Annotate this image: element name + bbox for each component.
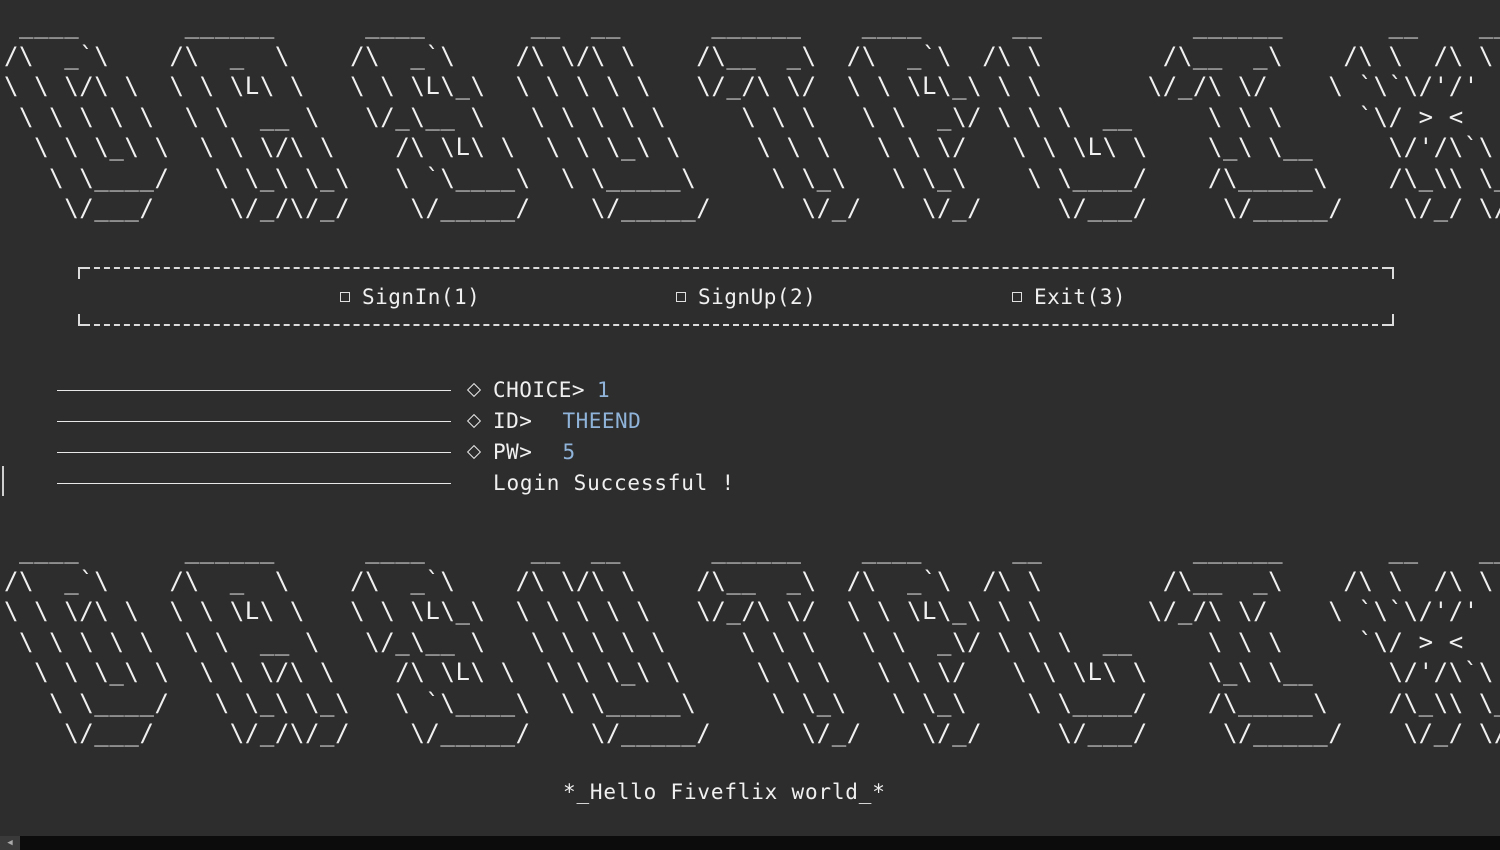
menu-corner-top-left [78,267,88,279]
footer-greeting: *_Hello Fiveflix world_* [563,780,886,804]
menu-corner-bottom-right [1384,314,1394,326]
terminal-window[interactable]: ____ ______ ____ __ __ ______ ____ __ __… [0,0,1500,836]
choice-value: 1 [597,378,611,402]
scroll-left-arrow-icon[interactable]: ◀ [0,836,20,850]
pw-value: 5 [562,440,576,464]
text-cursor [2,466,4,496]
id-value: THEEND [562,409,642,433]
checkbox-square-icon [676,292,686,302]
horizontal-scrollbar[interactable]: ◀ [0,836,1500,850]
menu-item-label: SignIn(1) [362,285,481,309]
prompt-rule [57,451,451,453]
checkbox-square-icon [340,292,350,302]
diamond-icon [466,413,482,429]
menu-item-label: Exit(3) [1034,285,1127,309]
diamond-icon [466,444,482,460]
prompt-pw: PW> 5 [57,438,576,466]
menu-item-exit: Exit(3) [1012,285,1126,309]
menu-item-signup: SignUp(2) [676,285,816,309]
login-result-row: Login Successful ! [57,469,735,497]
menu-item-signin: SignIn(1) [340,285,480,309]
login-result-message: Login Successful ! [493,471,735,495]
menu-item-label: SignUp(2) [698,285,817,309]
checkbox-square-icon [1012,292,1022,302]
prompt-label: CHOICE> [493,378,586,402]
prompt-rule [57,389,451,391]
ascii-banner-top: ____ ______ ____ __ __ ______ ____ __ __… [4,11,1500,222]
menu-corner-top-right [1384,267,1394,279]
ascii-banner-bottom: ____ ______ ____ __ __ ______ ____ __ __… [4,536,1500,747]
prompt-rule [57,420,451,422]
prompt-label: PW> [493,440,533,464]
prompt-label: ID> [493,409,533,433]
diamond-icon [466,382,482,398]
prompt-rule [57,482,451,484]
prompt-choice: CHOICE> 1 [57,376,610,404]
prompt-id: ID> THEEND [57,407,641,435]
main-menu-box: SignIn(1) SignUp(2) Exit(3) [78,265,1394,328]
menu-border-top [84,267,1388,269]
menu-border-bottom [84,324,1388,326]
menu-corner-bottom-left [78,314,88,326]
